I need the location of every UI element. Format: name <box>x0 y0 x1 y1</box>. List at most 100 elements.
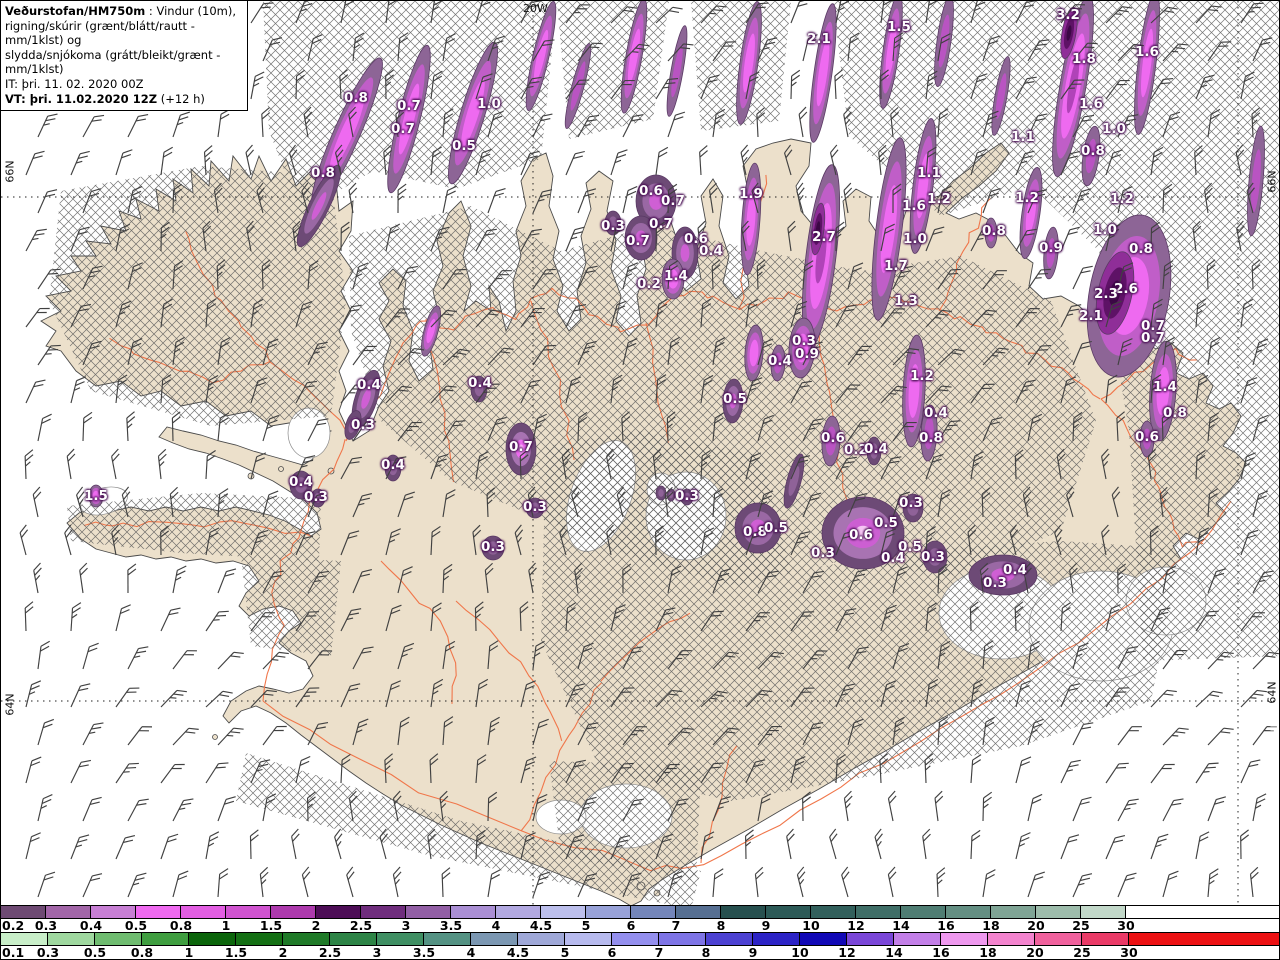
legend-tick-label: 7 <box>671 918 681 933</box>
precip-value-label: 1.5 <box>84 488 108 504</box>
precip-value-label: 0.3 <box>675 488 699 504</box>
legend-segment <box>721 906 766 918</box>
precip-value-label: 0.3 <box>481 539 505 555</box>
legend-tick-label: 3.5 <box>439 918 463 933</box>
legend-tick-label: 0.8 <box>130 945 154 960</box>
legend-tick-label: 12 <box>838 945 856 960</box>
legend-tick-label: 2 <box>278 945 288 960</box>
legend-tick-label: 0.3 <box>34 918 58 933</box>
legend-tick-label: 7 <box>654 945 664 960</box>
precip-value-label: 0.7 <box>391 121 415 137</box>
legend-segment <box>406 906 451 918</box>
precip-value-label: 0.6 <box>1135 429 1159 445</box>
legend-segment <box>1081 906 1126 918</box>
legend-tick-label: 1 <box>221 918 231 933</box>
legend-segment <box>377 933 424 945</box>
precip-value-label: 0.4 <box>924 405 948 421</box>
legend-segment <box>659 933 706 945</box>
precip-value-label: 1.2 <box>910 368 934 384</box>
legend-segment <box>894 933 941 945</box>
legend-segment <box>811 906 856 918</box>
legend-segment <box>283 933 330 945</box>
legend-tick-label: 0.4 <box>79 918 103 933</box>
title-line-1: Veðurstofan/HM750m : Vindur (10m), <box>5 4 237 18</box>
legend-tick-label: 4 <box>491 918 501 933</box>
legend-segment <box>424 933 471 945</box>
legend-tick-label: 4.5 <box>529 918 553 933</box>
legend-segment <box>316 906 361 918</box>
legend-tick-label: 10 <box>791 945 809 960</box>
legend-segment <box>91 906 136 918</box>
legend-segment <box>330 933 377 945</box>
precip-value-label: 0.5 <box>723 391 747 407</box>
title-line-5: VT: þri. 11.02.2020 12Z (+12 h) <box>5 91 205 106</box>
precip-value-label: 0.8 <box>311 165 335 181</box>
legend-tick-label: 30 <box>1120 945 1138 960</box>
legend-segment <box>236 933 283 945</box>
legend-segment <box>631 906 676 918</box>
legend-tick-label: 30 <box>1117 918 1135 933</box>
legend-segment <box>1 906 46 918</box>
legend-bar-rain <box>1 932 1279 946</box>
legend-tick-label: 18 <box>982 918 1000 933</box>
legend-segment <box>766 906 811 918</box>
precip-value-label: 1.6 <box>902 198 926 214</box>
legend-tick-label: 2 <box>311 918 321 933</box>
precip-value-label: 0.4 <box>289 474 313 490</box>
legend-segment <box>706 933 753 945</box>
title-line-2: rigning/skúrir (grænt/blátt/rautt - mm/1… <box>5 18 195 48</box>
legend-tick-label: 9 <box>748 945 758 960</box>
precip-value-label: 0.2 <box>637 276 661 292</box>
precip-value-label: 1.0 <box>1093 222 1117 238</box>
legend-tick-label: 8 <box>716 918 726 933</box>
legend-segment <box>271 906 316 918</box>
graticule-label: 64N <box>1265 681 1279 704</box>
precip-value-label: 0.7 <box>1141 330 1165 346</box>
legend-tick-label: 25 <box>1073 945 1091 960</box>
legend-segment <box>541 906 586 918</box>
legend-segment <box>847 933 894 945</box>
legend-segment <box>946 906 991 918</box>
precip-value-label: 0.8 <box>1163 405 1187 421</box>
graticule-label: 66N <box>3 160 17 183</box>
legend-tick-label: 0.8 <box>169 918 193 933</box>
precip-value-label: 0.3 <box>921 549 945 565</box>
precip-value-label: 0.7 <box>661 193 685 209</box>
precip-value-label: 0.4 <box>864 441 888 457</box>
legend-segment <box>753 933 800 945</box>
legend-tick-label: 20 <box>1027 918 1045 933</box>
precip-value-label: 0.4 <box>768 353 792 369</box>
legend-tick-label: 0.3 <box>36 945 60 960</box>
weather-map-frame: 0.8 0.8 0.7 0.7 1.0 0.5 2.1 1.5 3.2 1.8 1.6 1.0 1.6 1… <box>0 0 1280 960</box>
precip-value-label: 1.4 <box>1153 379 1177 395</box>
precip-value-label: 0.7 <box>626 233 650 249</box>
precip-value-label: 1.1 <box>1011 129 1035 145</box>
legend-segment <box>901 906 946 918</box>
legend-segment <box>1126 906 1279 918</box>
precip-value-label: 0.3 <box>899 495 923 511</box>
title-line-4: IT: þri. 11. 02. 2020 00Z <box>5 76 144 91</box>
precip-value-label: 0.6 <box>639 183 663 199</box>
precip-value-label: 0.4 <box>881 550 905 566</box>
legend-segment <box>142 933 189 945</box>
legend-tick-label: 5 <box>560 945 570 960</box>
legend-segment <box>361 906 406 918</box>
precip-value-label: 1.3 <box>894 293 918 309</box>
legend-tick-label: 8 <box>701 945 711 960</box>
legend-segment <box>181 906 226 918</box>
precip-value-label: 0.3 <box>983 575 1007 591</box>
precip-value-label: 1.2 <box>1015 190 1039 206</box>
precip-value-label: 0.9 <box>795 346 819 362</box>
precip-value-label: 0.8 <box>982 223 1006 239</box>
legend-bar-snow <box>1 905 1279 919</box>
legend-segment <box>612 933 659 945</box>
precip-value-label: 0.8 <box>344 90 368 106</box>
model-name: Veðurstofan/HM750m <box>5 4 146 18</box>
precip-value-label: 0.3 <box>351 417 375 433</box>
legend-segment <box>1082 933 1129 945</box>
legend-segment <box>941 933 988 945</box>
legend-segment <box>46 906 91 918</box>
legend-segment <box>48 933 95 945</box>
legend-tick-label: 1 <box>184 945 194 960</box>
legend-tick-label: 6 <box>626 918 636 933</box>
